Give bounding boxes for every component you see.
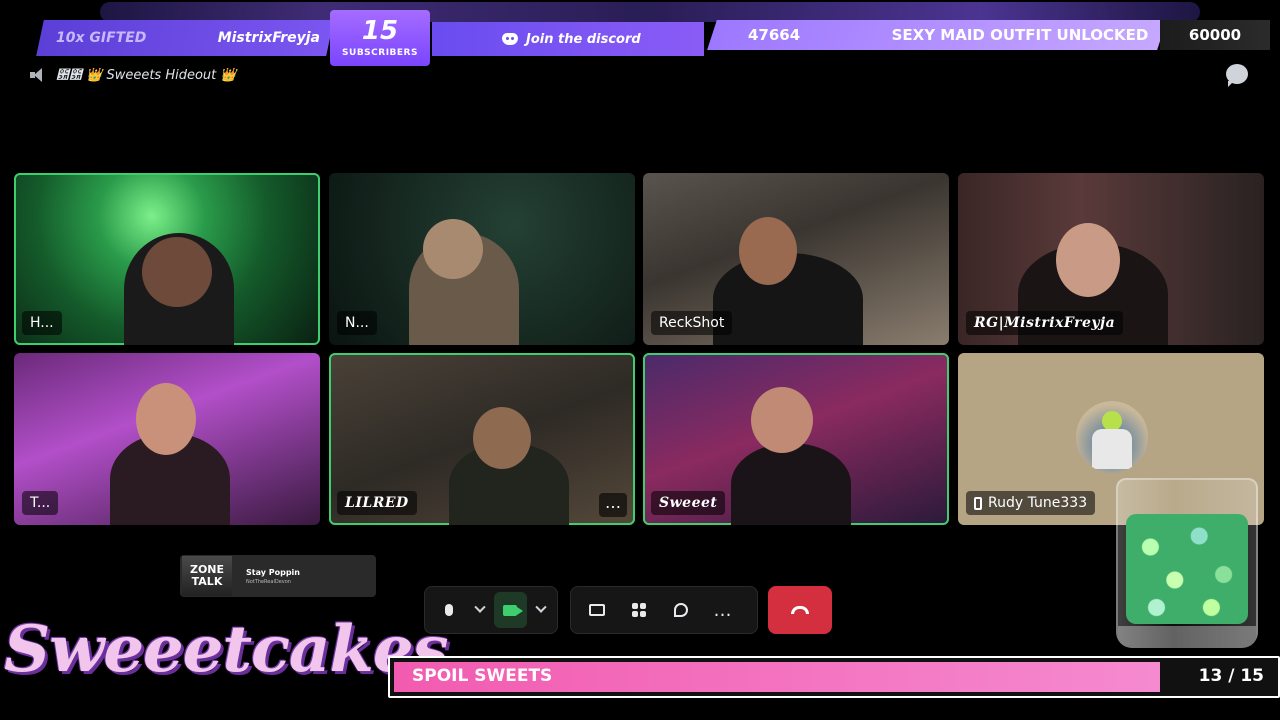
tile-more-button[interactable]: … (599, 493, 627, 517)
participant-head (1056, 223, 1120, 297)
spoil-progress-bar: SPOIL SWEETS 13 / 15 (388, 656, 1280, 698)
apps-icon (632, 603, 646, 617)
screen-share-icon (589, 604, 605, 616)
gifted-label: 10x GIFTED (56, 30, 147, 46)
gifter-name: MistrixFreyja (217, 30, 320, 46)
more-options-button[interactable]: … (705, 592, 741, 628)
video-tile[interactable]: ReckShot (643, 173, 949, 345)
spoil-count: 13 / 15 (1198, 666, 1264, 686)
participant-head (136, 383, 196, 455)
video-tile[interactable]: H... (14, 173, 320, 345)
gift-banner-text: 10x GIFTED MistrixFreyja (48, 20, 328, 56)
avatar-head (1102, 411, 1122, 431)
now-playing-widget: ZONE TALK Stay Poppin NotTheRealDevon (180, 555, 376, 597)
track-title: Stay Poppin (246, 567, 300, 577)
participant-name: Sweeet (651, 491, 726, 515)
goal-current: 47664 (748, 26, 801, 44)
participant-name: RG|MistrixFreyja (966, 311, 1124, 335)
spoil-label: SPOIL SWEETS (412, 666, 553, 686)
channel-name: ఺఺ 👑 Sweeets Hideout 👑 (56, 67, 237, 83)
participant-name: LILRED (337, 491, 417, 515)
video-camera-icon (503, 604, 524, 616)
tip-jar-base (1118, 626, 1256, 646)
screen-share-button[interactable] (579, 592, 615, 628)
hang-up-icon (791, 606, 809, 614)
stream-overlay: 10x GIFTED MistrixFreyja 15 SUBSCRIBERS … (0, 0, 1280, 720)
video-tile[interactable]: T... (14, 353, 320, 525)
discord-icon (502, 33, 518, 45)
audio-options-chevron[interactable] (472, 592, 488, 628)
camera-button[interactable] (494, 592, 527, 628)
album-art: ZONE TALK (182, 556, 232, 596)
more-dots-icon: … (713, 599, 733, 621)
participant-head (142, 237, 212, 307)
video-tile[interactable]: RG|MistrixFreyja (958, 173, 1264, 345)
video-tile[interactable]: Sweeet (643, 353, 949, 525)
participant-head (423, 219, 483, 279)
activity-controls: … (570, 586, 758, 634)
participant-name-tag: Rudy Tune333 (966, 491, 1096, 515)
participant-name: ReckShot (651, 311, 733, 335)
channel-header: ఺఺ 👑 Sweeets Hideout 👑 (28, 64, 237, 86)
subscribers-count: 15 (361, 16, 399, 46)
video-tile[interactable]: LILRED … (329, 353, 635, 525)
soundboard-icon (674, 603, 688, 617)
top-glow-bar (100, 2, 1200, 22)
streamer-logo: Sweeetcakes (4, 612, 449, 687)
chat-bubble-icon[interactable] (1226, 64, 1248, 87)
voice-channel-icon (28, 67, 46, 83)
participant-head (751, 387, 813, 453)
discord-banner: Join the discord (432, 22, 704, 56)
discord-text: Join the discord (526, 31, 641, 47)
video-options-chevron[interactable] (533, 592, 549, 628)
album-art-line2: TALK (191, 575, 223, 588)
participant-name: H... (22, 311, 62, 335)
activities-button[interactable] (621, 592, 657, 628)
track-artist: NotTheRealDevon (246, 578, 291, 585)
participant-video (731, 443, 851, 525)
participant-name: N... (337, 311, 377, 335)
avatar-body (1092, 429, 1132, 469)
mobile-phone-icon (974, 496, 982, 510)
now-playing-info: Stay Poppin NotTheRealDevon (246, 568, 300, 585)
participant-head (473, 407, 531, 469)
subscribers-label: SUBSCRIBERS (342, 48, 418, 58)
video-tile[interactable]: N... (329, 173, 635, 345)
participant-head (739, 217, 797, 285)
goal-message: SEXY MAID OUTFIT UNLOCKED (891, 26, 1149, 44)
goal-target: 60000 (1160, 20, 1270, 50)
soundboard-button[interactable] (663, 592, 699, 628)
participant-avatar (1076, 401, 1148, 473)
tip-jar (1116, 478, 1258, 648)
participant-name: Rudy Tune333 (988, 495, 1088, 511)
disconnect-button[interactable] (768, 586, 832, 634)
tip-jar-contents (1126, 514, 1248, 624)
goal-bar-text: 47664 SEXY MAID OUTFIT UNLOCKED (720, 20, 1160, 50)
subscribers-counter: 15 SUBSCRIBERS (330, 10, 430, 66)
participant-name: T... (22, 491, 59, 515)
